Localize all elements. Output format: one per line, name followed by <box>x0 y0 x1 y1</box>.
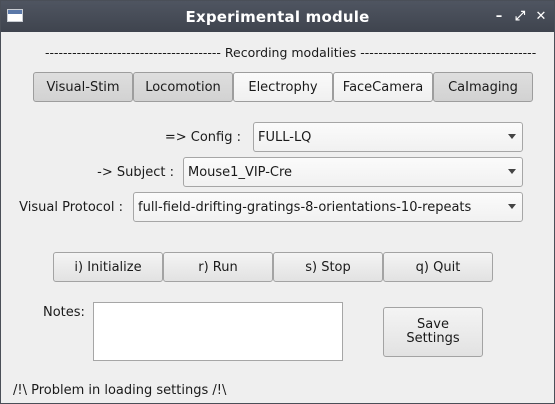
stop-button[interactable]: s) Stop <box>273 252 383 282</box>
config-value: FULL-LQ <box>258 129 312 145</box>
minimize-icon[interactable]: – <box>490 7 508 25</box>
config-label: => Config : <box>164 130 241 145</box>
save-settings-line2: Settings <box>406 331 460 346</box>
chevron-down-icon <box>508 134 516 139</box>
maximize-icon[interactable]: ⤢ <box>511 7 529 25</box>
chevron-down-icon <box>508 204 516 209</box>
tab-locomotion[interactable]: Locomotion <box>133 72 233 102</box>
window-title: Experimental module <box>185 8 370 26</box>
status-message: /!\ Problem in loading settings /!\ <box>13 383 227 398</box>
subject-value: Mouse1_VIP-Cre <box>188 164 293 180</box>
protocol-dropdown[interactable]: full-field-drifting-gratings-8-orientati… <box>133 192 523 222</box>
save-settings-line1: Save <box>417 317 449 332</box>
main-window: Experimental module – ⤢ ✕ --------------… <box>0 0 555 404</box>
notes-label: Notes: <box>43 305 85 320</box>
close-icon[interactable]: ✕ <box>532 7 550 25</box>
recording-modalities-separator: --------------------------------------- … <box>45 45 537 60</box>
chevron-down-icon <box>508 169 516 174</box>
protocol-value: full-field-drifting-gratings-8-orientati… <box>138 199 472 215</box>
notes-textarea[interactable] <box>93 302 343 361</box>
quit-button[interactable]: q) Quit <box>383 252 493 282</box>
tab-facecamera[interactable]: FaceCamera <box>333 72 433 102</box>
subject-dropdown[interactable]: Mouse1_VIP-Cre <box>183 157 523 187</box>
tab-caimaging[interactable]: CaImaging <box>433 72 533 102</box>
initialize-button[interactable]: i) Initialize <box>53 252 163 282</box>
tab-visual-stim[interactable]: Visual-Stim <box>33 72 133 102</box>
config-dropdown[interactable]: FULL-LQ <box>253 122 523 152</box>
title-bar: Experimental module – ⤢ ✕ <box>1 1 554 32</box>
run-button[interactable]: r) Run <box>163 252 273 282</box>
save-settings-button[interactable]: Save Settings <box>383 307 483 357</box>
subject-label: -> Subject : <box>97 165 174 180</box>
protocol-label: Visual Protocol : <box>19 200 123 215</box>
tab-electrophy[interactable]: Electrophy <box>233 72 333 102</box>
